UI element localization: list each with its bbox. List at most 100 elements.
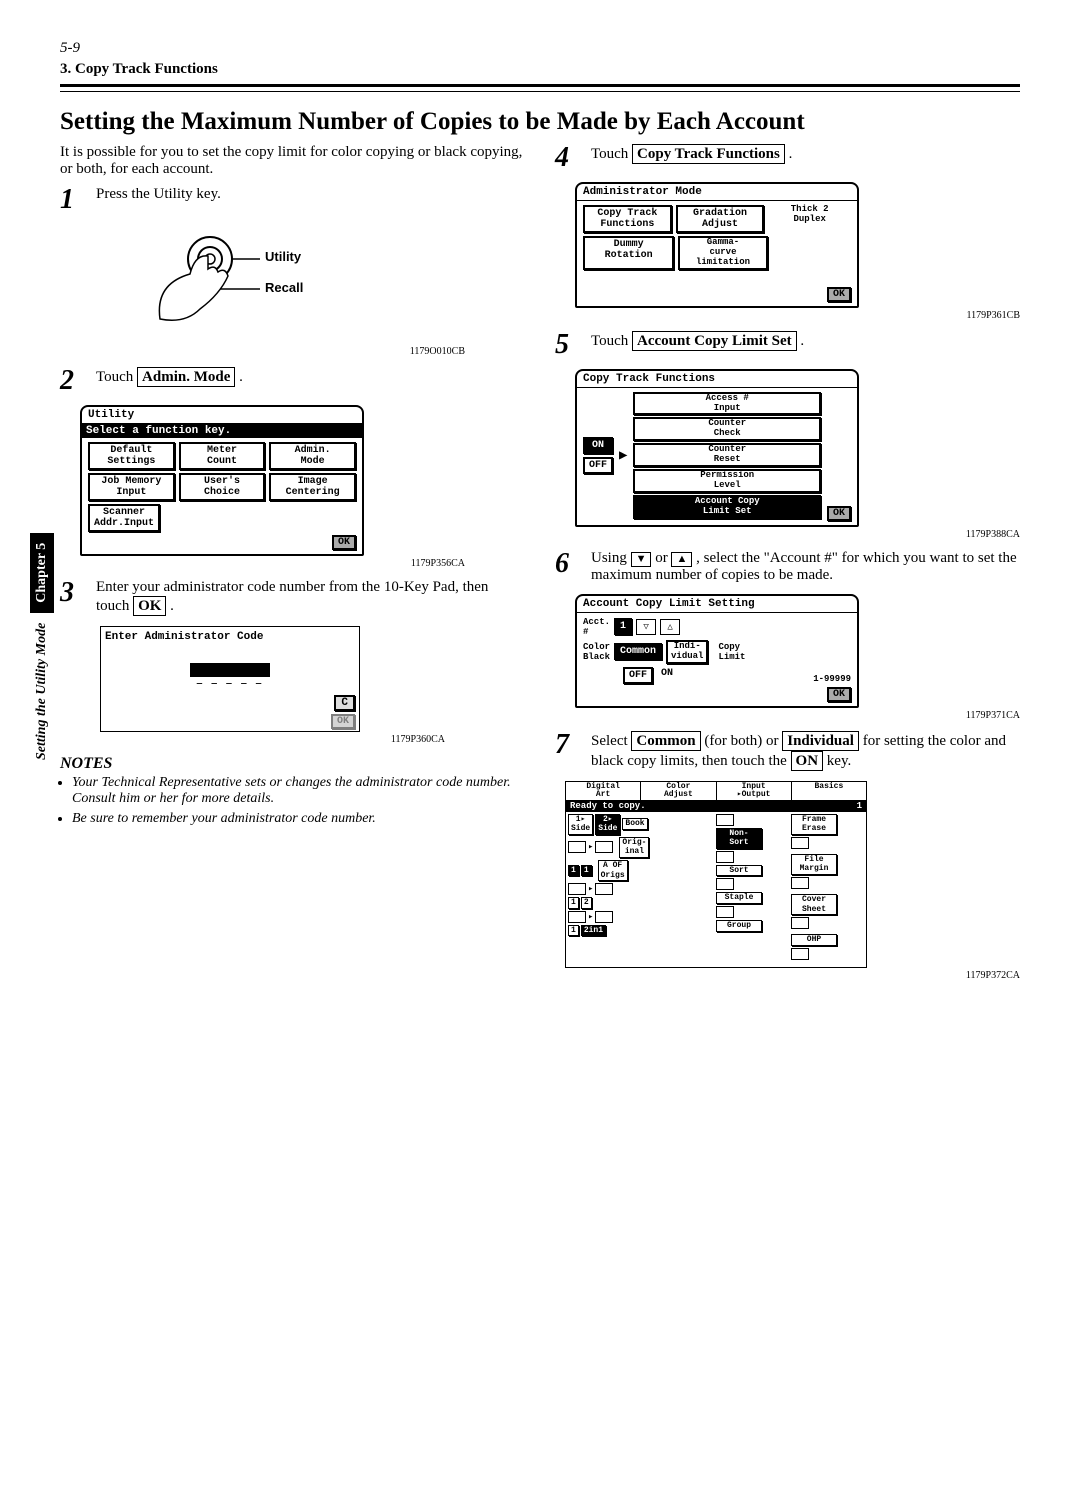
step-text: Select Common (for both) or Individual f… <box>591 731 1020 771</box>
step-text: Press the Utility key. <box>96 186 525 203</box>
num-1b[interactable]: 1 <box>581 865 592 877</box>
permission-level-btn[interactable]: Permission Level <box>633 469 821 493</box>
ok-button[interactable]: OK <box>331 714 355 729</box>
file-margin-btn[interactable]: File Margin <box>791 854 837 875</box>
ohp-icon <box>791 948 809 960</box>
book-btn[interactable]: Book <box>622 818 647 830</box>
counter-check-btn[interactable]: Counter Check <box>633 417 821 441</box>
left-column: It is possible for you to set the copy l… <box>60 144 525 991</box>
common-button-ref[interactable]: Common <box>631 731 700 751</box>
on-button-ref[interactable]: ON <box>791 751 824 771</box>
side-tab: Setting the Utility Mode Chapter 5 <box>30 533 54 760</box>
up-arrow-button[interactable]: △ <box>660 619 680 635</box>
ohp-btn[interactable]: OHP <box>791 934 837 946</box>
utility-screen: Utility Select a function key. Default S… <box>80 405 364 556</box>
ok-button[interactable]: OK <box>827 506 851 521</box>
step-text: Enter your administrator code number fro… <box>96 579 525 616</box>
code-field[interactable] <box>190 663 270 677</box>
scanner-addr-btn[interactable]: Scanner Addr.Input <box>88 504 160 532</box>
recall-label: Recall <box>265 280 303 295</box>
ok-button-ref[interactable]: OK <box>133 596 166 616</box>
num-1[interactable]: 1 <box>568 865 579 877</box>
step-text: Touch Copy Track Functions . <box>591 144 1020 164</box>
fig-caption: 1179P388CA <box>555 529 1020 540</box>
on-button[interactable]: ON <box>657 667 677 684</box>
counter-reset-btn[interactable]: Counter Reset <box>633 443 821 467</box>
up-arrow-icon[interactable]: ▲ <box>671 552 692 567</box>
note-item: Be sure to remember your administrator c… <box>72 811 525 827</box>
2in1-btn[interactable]: 2in1 <box>581 925 606 937</box>
clear-button[interactable]: C <box>334 695 355 711</box>
step-text: Touch Admin. Mode . <box>96 367 525 387</box>
account-copy-limit-set-btn[interactable]: Account Copy Limit Set <box>633 495 821 519</box>
gradation-adjust-btn[interactable]: Gradation Adjust <box>676 205 765 233</box>
account-copy-limit-set-button[interactable]: Account Copy Limit Set <box>632 331 797 351</box>
side-chapter: Chapter 5 <box>30 533 54 613</box>
admin-mode-button[interactable]: Admin. Mode <box>137 367 235 387</box>
admin-mode-btn[interactable]: Admin. Mode <box>269 442 356 470</box>
layout-icon <box>568 911 586 923</box>
section-label: 3. Copy Track Functions <box>60 61 1020 78</box>
on-button[interactable]: ON <box>583 437 613 454</box>
tab-basics[interactable]: Basics <box>792 782 866 800</box>
off-button[interactable]: OFF <box>583 457 613 474</box>
fig-caption: 1179P361CB <box>555 310 1020 321</box>
aof-origs-btn[interactable]: A OF Origs <box>598 860 628 881</box>
file-margin-icon <box>791 877 809 889</box>
staple-btn[interactable]: Staple <box>716 892 762 904</box>
dummy-rotation-btn[interactable]: Dummy Rotation <box>583 236 674 270</box>
page-title: Setting the Maximum Number of Copies to … <box>60 108 1020 136</box>
copy-track-functions-button[interactable]: Copy Track Functions <box>632 144 785 164</box>
nonsort-btn[interactable]: Non- Sort <box>716 828 762 849</box>
original-btn[interactable]: Orig- inal <box>619 837 649 858</box>
default-settings-btn[interactable]: Default Settings <box>88 442 175 470</box>
image-centering-btn[interactable]: Image Centering <box>269 473 356 501</box>
1side-btn[interactable]: 1▸ Side <box>568 814 593 835</box>
tab-input-output[interactable]: Input ▸Output <box>717 782 792 800</box>
step-6: 6 Using ▼ or ▲ , select the "Account #" … <box>555 550 1020 584</box>
admin-code-screen: Enter Administrator Code — — — — — C OK <box>100 626 360 732</box>
tab-digital-art[interactable]: Digital Art <box>566 782 641 800</box>
utility-figure: Utility Recall <box>100 224 340 344</box>
ok-button[interactable]: OK <box>827 687 851 702</box>
screen-title: Account Copy Limit Setting <box>577 596 857 613</box>
off-button[interactable]: OFF <box>623 667 653 684</box>
color-black-label: Color Black <box>583 642 610 662</box>
num-1c[interactable]: 1 <box>568 897 579 909</box>
individual-button-ref[interactable]: Individual <box>782 731 859 751</box>
tab-color-adjust[interactable]: Color Adjust <box>641 782 716 800</box>
access-input-btn[interactable]: Access # Input <box>633 392 821 416</box>
screen-title: Utility <box>82 407 362 424</box>
step-num: 5 <box>555 331 579 359</box>
frame-erase-btn[interactable]: Frame Erase <box>791 814 837 835</box>
side-mode: Setting the Utility Mode <box>34 623 50 760</box>
step-num: 3 <box>60 579 84 607</box>
page-number: 5-9 <box>60 40 1020 57</box>
gamma-curve-btn[interactable]: Gamma- curve limitation <box>678 236 767 270</box>
sort-btn[interactable]: Sort <box>716 865 762 877</box>
meter-count-btn[interactable]: Meter Count <box>179 442 266 470</box>
users-choice-btn[interactable]: User's Choice <box>179 473 266 501</box>
job-memory-btn[interactable]: Job Memory Input <box>88 473 175 501</box>
screen-subtitle: Select a function key. <box>82 424 362 438</box>
num-1d[interactable]: 1 <box>568 925 579 937</box>
2side-btn[interactable]: 2▸ Side <box>595 814 620 835</box>
down-arrow-button[interactable]: ▽ <box>636 619 656 635</box>
ok-button[interactable]: OK <box>332 535 356 550</box>
fig-caption: 1179P371CA <box>555 710 1020 721</box>
note-item: Your Technical Representative sets or ch… <box>72 775 525 807</box>
individual-button[interactable]: Indi- vidual <box>666 640 708 664</box>
main-copy-screen: Digital Art Color Adjust Input ▸Output B… <box>565 781 867 968</box>
layout-icon <box>595 883 613 895</box>
step-num: 1 <box>60 186 84 214</box>
down-arrow-icon[interactable]: ▼ <box>631 552 652 567</box>
num-2[interactable]: 2 <box>581 897 592 909</box>
cover-sheet-btn[interactable]: Cover Sheet <box>791 894 837 915</box>
copy-track-functions-btn[interactable]: Copy Track Functions <box>583 205 672 233</box>
step-3: 3 Enter your administrator code number f… <box>60 579 525 616</box>
step-7: 7 Select Common (for both) or Individual… <box>555 731 1020 771</box>
utility-label: Utility <box>265 249 301 264</box>
group-btn[interactable]: Group <box>716 920 762 932</box>
common-button[interactable]: Common <box>614 643 662 660</box>
ok-button[interactable]: OK <box>827 287 851 302</box>
